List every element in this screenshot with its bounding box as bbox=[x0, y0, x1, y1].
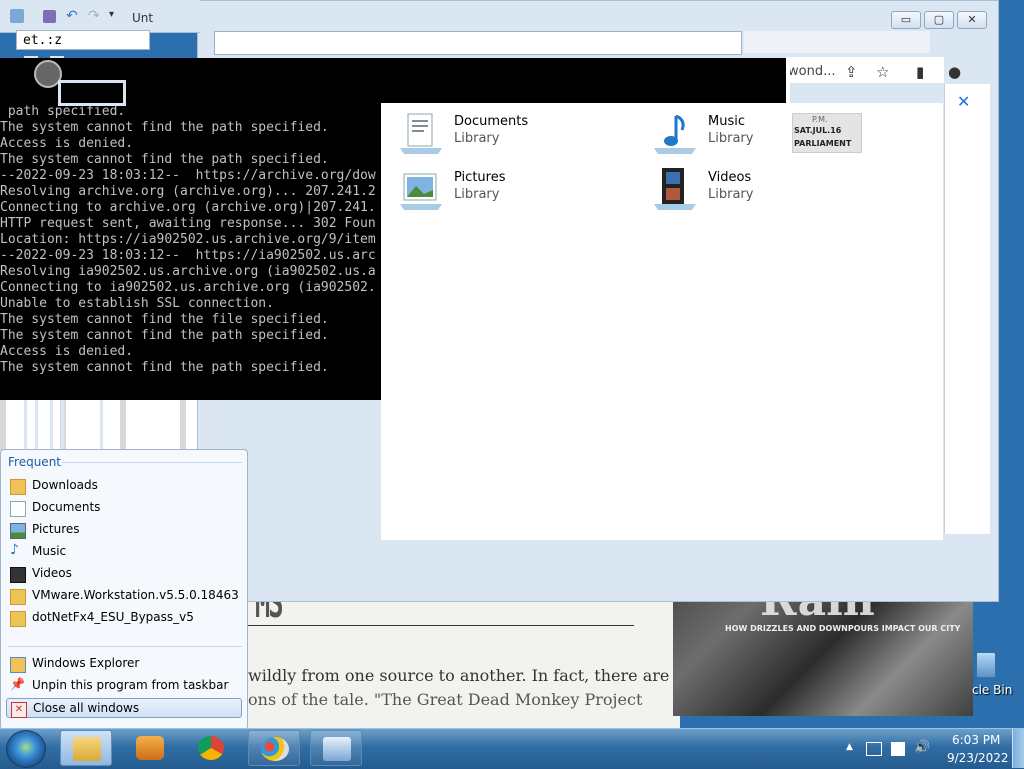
explorer-icon bbox=[10, 657, 26, 673]
divider bbox=[62, 462, 242, 463]
chrome-icon bbox=[198, 736, 224, 760]
jump-list-item[interactable]: Downloads bbox=[6, 476, 242, 496]
clock-date[interactable]: 9/23/2022 bbox=[947, 751, 1009, 765]
music-library-icon bbox=[652, 110, 696, 154]
taskbar-chrome-button[interactable] bbox=[186, 730, 238, 766]
page-title-truncated: wond... bbox=[788, 64, 836, 79]
ghost-window-frame bbox=[786, 58, 790, 104]
photo-subtitle: HOW DRIZZLES AND DOWNPOURS IMPACT OUR CI… bbox=[725, 624, 961, 633]
taskbar-explorer-button[interactable] bbox=[60, 730, 112, 766]
newspaper-text-line: wildly from one source to another. In fa… bbox=[248, 666, 670, 685]
close-button[interactable]: ✕ bbox=[957, 11, 987, 29]
bookmark-star-icon[interactable]: ☆ bbox=[876, 63, 889, 81]
newspaper-rule bbox=[248, 625, 634, 626]
divider bbox=[8, 646, 242, 647]
explorer-icon bbox=[73, 737, 101, 761]
jump-list-task[interactable]: Windows Explorer bbox=[6, 654, 242, 674]
address-bar[interactable] bbox=[214, 31, 742, 55]
paint-palette-icon bbox=[261, 737, 289, 761]
unpin-icon: 📌 bbox=[10, 677, 25, 691]
minimize-button[interactable]: ▭ bbox=[891, 11, 921, 29]
show-hidden-icons-arrow[interactable]: ▲ bbox=[846, 742, 853, 752]
jump-list-item[interactable]: Documents bbox=[6, 498, 242, 518]
documents-library-icon bbox=[398, 110, 442, 154]
close-window-icon: ✕ bbox=[11, 702, 27, 718]
show-desktop-button[interactable] bbox=[1012, 729, 1024, 768]
ghost-window-frame bbox=[58, 80, 126, 106]
jump-list-task[interactable]: 📌 Unpin this program from taskbar bbox=[6, 676, 242, 696]
stamp-text: PARLIAMENT bbox=[794, 139, 852, 148]
clock-time[interactable]: 6:03 PM bbox=[952, 733, 1000, 747]
library-type: Library bbox=[708, 131, 754, 146]
video-icon bbox=[10, 567, 26, 583]
save-icon[interactable] bbox=[43, 10, 56, 23]
jump-list-header: Frequent bbox=[8, 455, 61, 469]
quick-access-dropdown-icon[interactable]: ▾ bbox=[109, 9, 114, 20]
share-icon[interactable]: ⇪ bbox=[845, 63, 858, 81]
jump-list-item[interactable]: Videos bbox=[6, 564, 242, 584]
library-type: Library bbox=[708, 187, 754, 202]
volume-icon[interactable]: 🔊 bbox=[914, 740, 930, 755]
taskbar-paint-button[interactable] bbox=[248, 730, 300, 766]
redo-icon[interactable]: ↷ bbox=[88, 8, 100, 24]
folder-icon bbox=[10, 479, 26, 495]
action-center-flag-icon[interactable] bbox=[891, 742, 905, 756]
pictures-library-icon bbox=[398, 166, 442, 210]
jump-list-item[interactable]: dotNetFx4_ESU_Bypass_v5 bbox=[6, 608, 242, 628]
stamp-text: SAT.JUL.16 bbox=[794, 126, 842, 135]
profile-icon[interactable]: ● bbox=[948, 63, 961, 81]
music-note-icon: ♪ bbox=[10, 542, 19, 558]
undo-icon[interactable]: ↶ bbox=[66, 8, 78, 24]
side-panel-close-icon[interactable]: ✕ bbox=[957, 92, 970, 111]
library-type: Library bbox=[454, 187, 500, 202]
sidepanel-icon[interactable]: ▮ bbox=[916, 63, 924, 81]
taskbar-media-player-button[interactable] bbox=[124, 730, 176, 766]
media-player-icon bbox=[136, 736, 164, 760]
document-icon bbox=[10, 501, 26, 517]
jump-list-item[interactable]: Pictures bbox=[6, 520, 242, 540]
network-icon[interactable] bbox=[866, 742, 882, 756]
notepad-titlebar: ↶ ↷ ▾ bbox=[0, 0, 200, 33]
start-button[interactable] bbox=[6, 730, 46, 768]
recycle-bin-label[interactable]: cle Bin bbox=[972, 683, 1012, 697]
library-name: Videos bbox=[708, 170, 752, 185]
library-type: Library bbox=[454, 131, 500, 146]
picture-icon bbox=[10, 523, 26, 539]
library-videos[interactable]: Videos Library bbox=[652, 166, 892, 216]
side-panel bbox=[944, 84, 990, 534]
stamp-text: P.M. bbox=[812, 115, 828, 124]
app-icon bbox=[10, 9, 24, 23]
library-name: Music bbox=[708, 114, 745, 129]
maximize-button[interactable]: ▢ bbox=[924, 11, 954, 29]
notepad-field[interactable]: et.:z bbox=[16, 30, 150, 50]
address-bar-extension bbox=[744, 31, 930, 53]
jump-list-item[interactable]: ♪ Music bbox=[6, 542, 242, 562]
notepad-title: Unt bbox=[132, 11, 154, 25]
library-name: Pictures bbox=[454, 170, 506, 185]
folder-icon bbox=[10, 589, 26, 605]
folder-icon bbox=[10, 611, 26, 627]
jump-list-item[interactable]: VMware.Workstation.v5.5.0.18463 bbox=[6, 586, 242, 606]
library-documents[interactable]: Documents Library bbox=[398, 110, 638, 160]
jump-list-task-highlighted[interactable]: ✕ Close all windows bbox=[6, 698, 242, 718]
taskbar-viewer-button[interactable] bbox=[310, 730, 362, 766]
videos-library-icon bbox=[652, 166, 696, 210]
library-name: Documents bbox=[454, 114, 529, 129]
recycle-bin-icon[interactable] bbox=[976, 652, 996, 678]
library-pictures[interactable]: Pictures Library bbox=[398, 166, 638, 216]
console-output: path specified. The system cannot find t… bbox=[0, 104, 376, 375]
image-viewer-icon bbox=[323, 737, 351, 761]
newspaper-text-line: ons of the tale. "The Great Dead Monkey … bbox=[248, 690, 643, 709]
